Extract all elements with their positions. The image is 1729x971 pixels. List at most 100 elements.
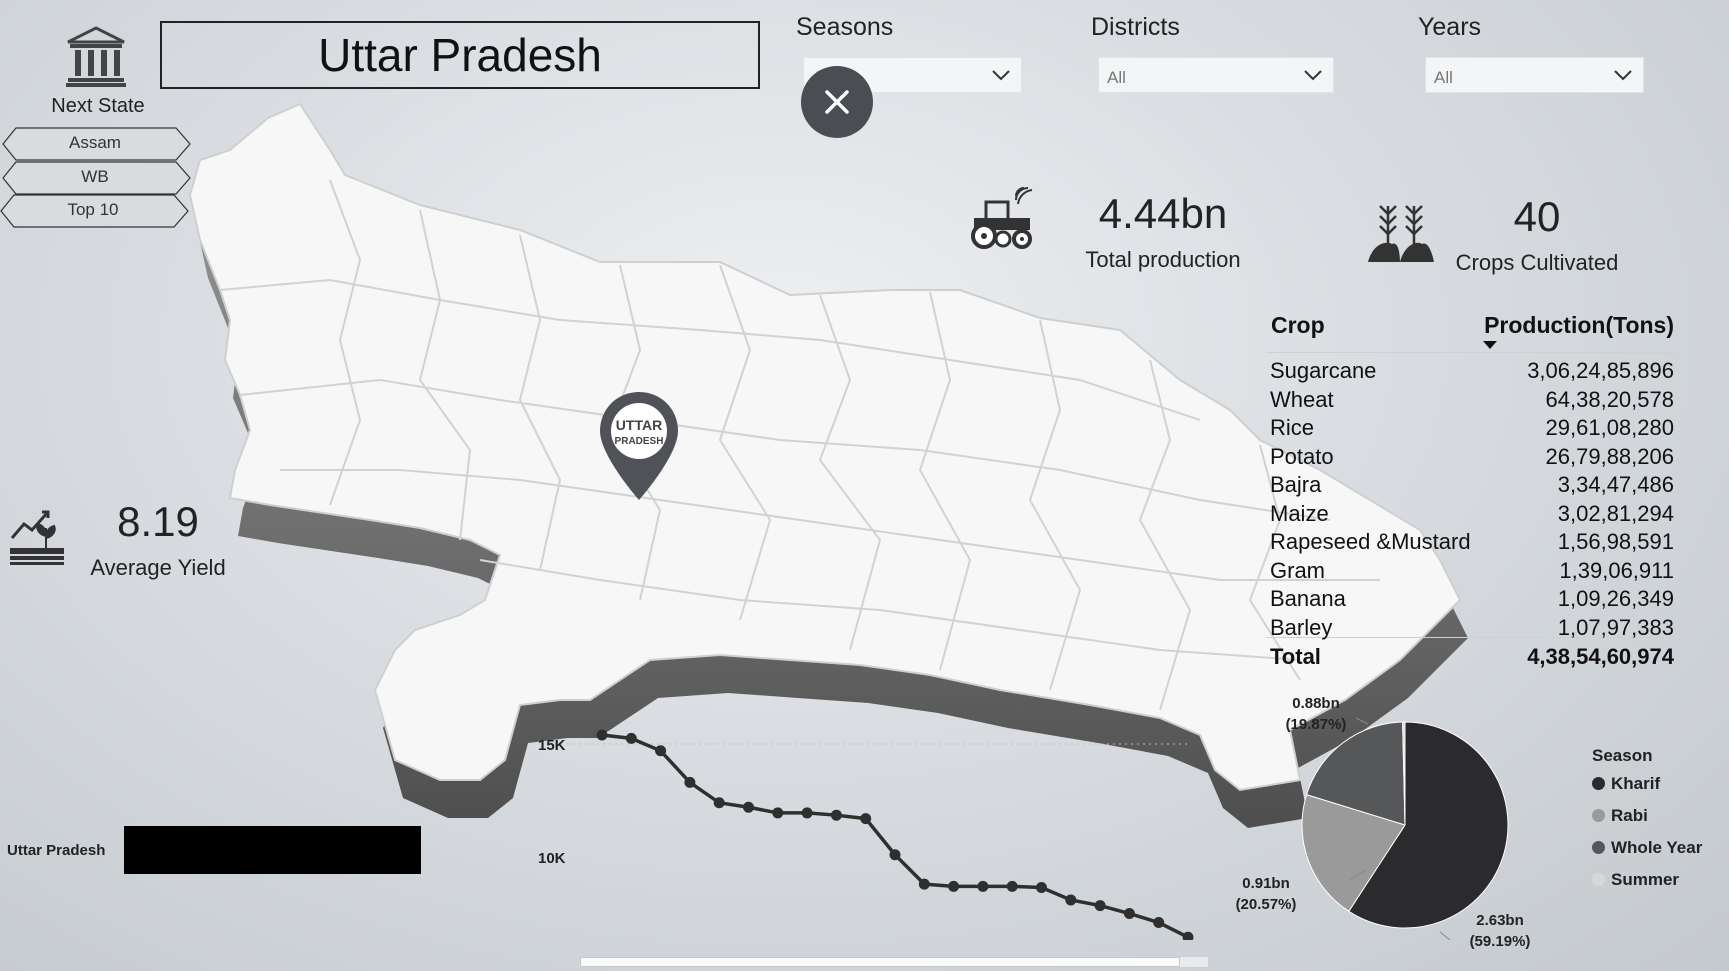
filter-districts-label: Districts xyxy=(1091,13,1180,41)
yield-icon xyxy=(10,510,64,565)
districts-value: All xyxy=(1107,68,1126,87)
production-cell: 3,34,47,486 xyxy=(1557,472,1674,497)
table-row[interactable]: Gram 1,39,06,911 xyxy=(1268,558,1674,586)
pie-leader-lines xyxy=(1349,717,1451,940)
legend-swatch xyxy=(1592,809,1605,822)
scrollbar-thumb[interactable] xyxy=(580,957,1180,967)
data-point[interactable] xyxy=(655,745,667,757)
location-pin-icon: UTTAR PRADESH xyxy=(600,392,678,500)
legend-swatch xyxy=(1592,841,1605,854)
table-row[interactable]: Rice 29,61,08,280 xyxy=(1268,415,1674,443)
table-row[interactable]: Barley 1,07,97,383 xyxy=(1268,615,1674,643)
column-header-crop[interactable]: Crop xyxy=(1271,312,1325,339)
legend-item[interactable]: Kharif xyxy=(1592,774,1702,794)
legend-item[interactable]: Whole Year xyxy=(1592,838,1702,858)
scrollbar-track[interactable] xyxy=(580,957,1208,967)
production-cell: 1,39,06,911 xyxy=(1559,557,1674,583)
legend-label: Summer xyxy=(1611,870,1680,889)
filter-years-label: Years xyxy=(1418,13,1482,41)
government-building-icon xyxy=(66,26,126,87)
crop-cell: Rapeseed &Mustard xyxy=(1270,529,1471,554)
table-row[interactable]: Sugarcane 3,06,24,85,896 xyxy=(1268,358,1674,386)
legend-item[interactable]: Rabi xyxy=(1592,806,1702,826)
production-cell: 1,56,98,591 xyxy=(1557,529,1674,554)
data-point[interactable] xyxy=(596,729,608,741)
chevron-down-icon xyxy=(992,70,1010,81)
data-point[interactable] xyxy=(713,797,725,809)
data-point[interactable] xyxy=(1065,894,1077,906)
data-point[interactable] xyxy=(830,809,842,821)
y-tick-label: 15K xyxy=(538,737,566,754)
table-row[interactable]: Maize 3,02,81,294 xyxy=(1268,501,1674,529)
crop-cell: Sugarcane xyxy=(1270,358,1377,383)
years-dropdown[interactable]: All xyxy=(1425,57,1644,93)
production-cell: 29,61,08,280 xyxy=(1545,415,1674,440)
chevron-down-icon xyxy=(1614,70,1632,81)
chevron-down-icon xyxy=(1304,70,1322,81)
data-point[interactable] xyxy=(977,880,989,892)
nav-button-top10[interactable]: Top 10 xyxy=(0,194,189,228)
crops-count-label: Crops Cultivated xyxy=(1455,250,1619,275)
legend-swatch xyxy=(1592,777,1605,790)
total-value: 4,38,54,60,974 xyxy=(1527,644,1674,669)
data-point[interactable] xyxy=(1153,917,1165,929)
column-header-production[interactable]: Production(Tons) xyxy=(1484,312,1674,339)
data-point[interactable] xyxy=(772,807,784,819)
data-point[interactable] xyxy=(1006,880,1018,892)
districts-dropdown[interactable]: All xyxy=(1098,57,1334,93)
production-cell: 1,09,26,349 xyxy=(1557,586,1674,611)
total-production-label: Total production xyxy=(1085,247,1241,272)
crop-cell: Wheat xyxy=(1270,386,1334,412)
data-point[interactable] xyxy=(1123,908,1135,919)
nav-button-wb[interactable]: WB xyxy=(2,161,191,195)
sort-descending-icon xyxy=(1483,341,1497,349)
legend-label: Whole Year xyxy=(1611,838,1703,857)
legend-title: Season xyxy=(1592,746,1653,765)
average-yield-value: 8.19 xyxy=(117,498,199,545)
legend-item[interactable]: Summer xyxy=(1592,870,1702,890)
table-row[interactable]: Banana 1,09,26,349 xyxy=(1268,586,1674,614)
table-row[interactable]: Rapeseed &Mustard 1,56,98,591 xyxy=(1268,529,1674,557)
crop-cell: Gram xyxy=(1270,557,1325,583)
table-row[interactable]: Potato 26,79,88,206 xyxy=(1268,444,1674,472)
nav-button-assam[interactable]: Assam xyxy=(2,127,191,161)
bar-label: Uttar Pradesh xyxy=(7,842,106,859)
table-row[interactable]: Wheat 64,38,20,578 xyxy=(1268,387,1674,415)
crop-cell: Barley xyxy=(1270,614,1333,640)
filter-seasons-label: Seasons xyxy=(796,13,894,41)
next-state-label: Next State xyxy=(51,95,145,117)
header-divider xyxy=(1266,352,1678,353)
data-point[interactable] xyxy=(625,732,637,744)
data-point[interactable] xyxy=(1036,882,1047,894)
close-button[interactable] xyxy=(801,66,873,138)
data-point[interactable] xyxy=(743,801,754,813)
data-point[interactable] xyxy=(801,807,813,819)
data-point[interactable] xyxy=(918,878,930,890)
nav-button-label: Assam xyxy=(69,133,121,152)
table-total-row: Total 4,38,54,60,974 xyxy=(1268,644,1674,672)
data-point[interactable] xyxy=(1182,931,1194,940)
pin-text-line2: PRADESH xyxy=(615,436,664,447)
close-icon xyxy=(825,90,849,114)
crop-cell: Maize xyxy=(1270,500,1329,526)
nav-button-label: Top 10 xyxy=(67,200,119,219)
data-point[interactable] xyxy=(889,849,901,861)
data-point[interactable] xyxy=(948,880,960,892)
tractor-icon xyxy=(971,187,1033,249)
years-value: All xyxy=(1434,68,1453,87)
data-point[interactable] xyxy=(684,776,696,788)
production-cell: 64,38,20,578 xyxy=(1545,386,1674,412)
data-point[interactable] xyxy=(1094,900,1106,912)
total-label: Total xyxy=(1270,644,1321,669)
production-cell: 26,79,88,206 xyxy=(1545,443,1674,469)
page-title: Uttar Pradesh xyxy=(160,21,760,89)
data-point[interactable] xyxy=(860,813,872,825)
legend-swatch xyxy=(1592,873,1605,886)
table-row[interactable]: Bajra 3,34,47,486 xyxy=(1268,472,1674,500)
total-production-value: 4.44bn xyxy=(1098,190,1228,237)
production-cell: 3,06,24,85,896 xyxy=(1527,358,1674,383)
crop-cell: Bajra xyxy=(1270,472,1322,497)
crop-cell: Rice xyxy=(1270,415,1315,440)
state-bar[interactable] xyxy=(124,826,421,874)
pie-legend: Kharif Rabi Whole Year Summer xyxy=(1592,774,1702,902)
